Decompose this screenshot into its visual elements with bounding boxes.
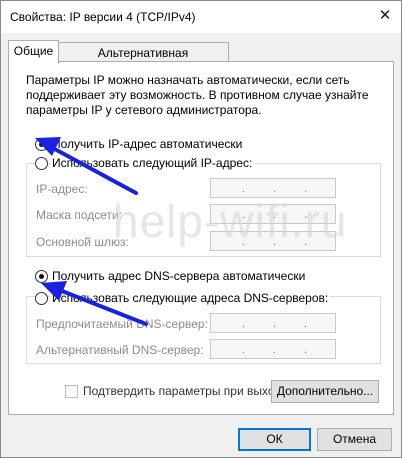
dialog-window: Свойства: IP версии 4 (TCP/IPv4) ✕ Общие… (0, 0, 402, 458)
arrow-dns-auto-icon (41, 281, 148, 326)
annotation-arrows (35, 137, 148, 326)
arrow-ip-auto-icon (35, 137, 138, 195)
